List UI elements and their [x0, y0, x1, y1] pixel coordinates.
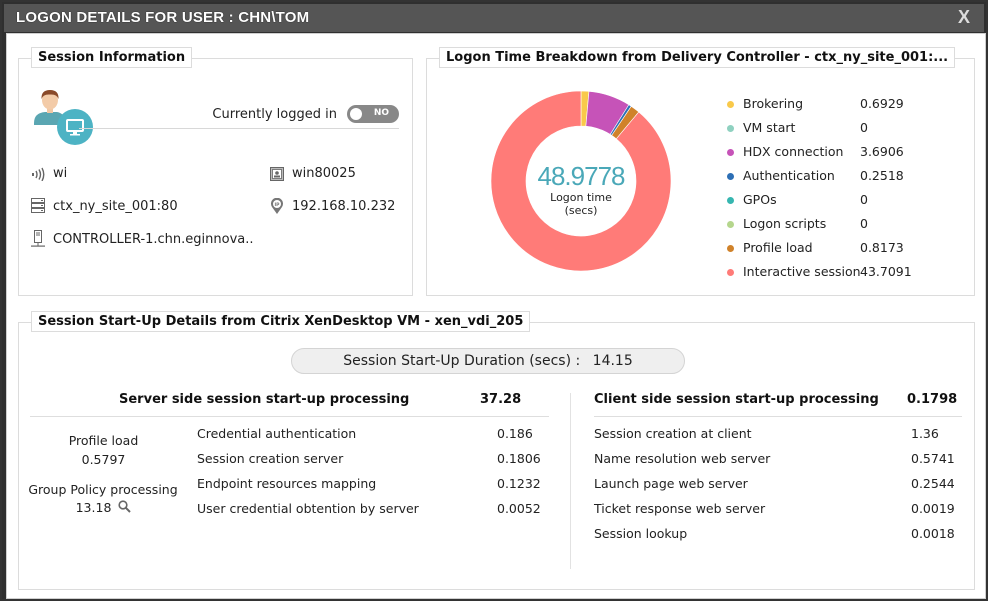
client-row-value: 0.0019	[911, 501, 955, 516]
logon-details-dialog: LOGON DETAILS FOR USER : CHN\TOM X Sessi…	[0, 0, 988, 601]
site-item: ctx_ny_site_001:80	[31, 198, 178, 214]
logged-in-row: Currently logged in NO	[79, 103, 399, 129]
session-startup-title: Session Start-Up Details from Citrix Xen…	[31, 311, 531, 332]
magnifier-icon[interactable]	[118, 500, 132, 513]
ip-address-item: IP 192.168.10.232	[270, 198, 395, 215]
legend-color-dot	[727, 149, 734, 156]
legend-value: 0.6929	[860, 96, 904, 111]
legend-color-dot	[727, 101, 734, 108]
logon-breakdown-panel: Logon Time Breakdown from Delivery Contr…	[426, 47, 975, 296]
client-side-divider	[594, 416, 962, 417]
legend-color-dot	[727, 245, 734, 252]
session-startup-panel: Session Start-Up Details from Citrix Xen…	[18, 311, 975, 590]
gpo-label: Group Policy processing	[28, 482, 178, 497]
legend-label: Authentication	[743, 168, 835, 183]
logged-in-label: Currently logged in	[212, 107, 337, 122]
legend-label: GPOs	[743, 192, 777, 207]
client-side-total: 0.1798	[907, 392, 958, 407]
close-button[interactable]: X	[954, 7, 974, 27]
site-name: ctx_ny_site_001:80	[53, 198, 178, 214]
gpo-value-row: 13.18	[31, 500, 176, 515]
logged-in-toggle[interactable]: NO	[347, 105, 399, 123]
client-row-label: Session lookup	[594, 526, 688, 541]
legend-value: 0	[860, 216, 868, 231]
legend-label: Profile load	[743, 240, 813, 255]
legend-label: Interactive session	[743, 264, 861, 279]
legend-color-dot	[727, 173, 734, 180]
controller-icon	[31, 230, 45, 247]
controller-item: CONTROLLER-1.chn.eginnova..	[31, 230, 254, 248]
server-side-divider	[30, 416, 549, 417]
signal-icon	[32, 167, 45, 181]
dialog-content: Session Information Currently logged in …	[6, 33, 986, 599]
logon-total-value: 48.9778	[537, 161, 626, 191]
logon-total-label-line1: Logon time	[550, 191, 612, 204]
server-row-value: 0.1806	[497, 451, 541, 466]
logon-breakdown-title: Logon Time Breakdown from Delivery Contr…	[439, 47, 956, 68]
logon-total-label: Logon time (secs)	[491, 191, 671, 217]
legend-label: HDX connection	[743, 144, 844, 159]
server-side-heading: Server side session start-up processing	[119, 392, 410, 407]
server-row-label: Credential authentication	[197, 426, 357, 441]
server-side-total: 37.28	[480, 392, 522, 407]
legend-label: Logon scripts	[743, 216, 827, 231]
host-icon	[270, 166, 284, 181]
startup-duration-label: Session Start-Up Duration (secs) :	[343, 353, 581, 369]
legend-color-dot	[727, 125, 734, 132]
dialog-title: LOGON DETAILS FOR USER : CHN\TOM	[16, 9, 310, 26]
legend-color-dot	[727, 269, 734, 276]
startup-duration-value: 14.15	[592, 353, 633, 369]
legend-value: 3.6906	[860, 144, 904, 159]
client-row-label: Name resolution web server	[594, 451, 771, 466]
svg-text:IP: IP	[275, 202, 281, 208]
client-row-value: 1.36	[911, 426, 939, 441]
legend-value: 0	[860, 192, 868, 207]
legend-color-dot	[727, 221, 734, 228]
client-name: wi	[53, 166, 68, 181]
toggle-knob	[350, 108, 362, 120]
dialog-titlebar: LOGON DETAILS FOR USER : CHN\TOM X	[4, 4, 984, 32]
legend-value: 43.7091	[860, 264, 912, 279]
server-row-label: Endpoint resources mapping	[197, 476, 377, 491]
client-row-label: Ticket response web server	[594, 501, 766, 516]
legend-color-dot	[727, 197, 734, 204]
logon-total-label-line2: (secs)	[564, 204, 598, 217]
profile-load-value: 0.5797	[81, 452, 126, 467]
client-side-heading: Client side session start-up processing	[594, 392, 879, 407]
profile-load-label: Profile load	[68, 433, 139, 448]
client-name-item: wi	[31, 166, 67, 181]
client-row-value: 0.2544	[911, 476, 955, 491]
legend-value: 0	[860, 120, 868, 135]
server-row-value: 0.0052	[497, 501, 541, 516]
column-divider	[570, 393, 571, 569]
client-row-value: 0.5741	[911, 451, 955, 466]
startup-duration-pill: Session Start-Up Duration (secs) : 14.15	[291, 348, 685, 374]
gpo-value: 13.18	[75, 500, 112, 515]
legend-value: 0.8173	[860, 240, 904, 255]
client-row-label: Session creation at client	[594, 426, 752, 441]
legend-label: Brokering	[743, 96, 804, 111]
server-row-value: 0.186	[497, 426, 533, 441]
toggle-state: NO	[373, 108, 389, 118]
host-name-item: win80025	[270, 166, 356, 181]
server-row-value: 0.1232	[497, 476, 541, 491]
session-information-title: Session Information	[31, 47, 193, 68]
client-row-value: 0.0018	[911, 526, 955, 541]
server-row-label: User credential obtention by server	[197, 501, 419, 516]
session-information-panel: Session Information Currently logged in …	[18, 47, 413, 296]
logon-donut-chart: 48.9778 Logon time (secs)	[490, 90, 672, 272]
legend-value: 0.2518	[860, 168, 904, 183]
ip-address: 192.168.10.232	[292, 199, 396, 214]
client-row-label: Launch page web server	[594, 476, 748, 491]
ip-location-icon: IP	[271, 198, 283, 214]
server-row-label: Session creation server	[197, 451, 344, 466]
server-icon	[31, 198, 45, 213]
host-name: win80025	[292, 166, 356, 181]
controller-name: CONTROLLER-1.chn.eginnova..	[53, 231, 254, 247]
legend-label: VM start	[743, 120, 796, 135]
